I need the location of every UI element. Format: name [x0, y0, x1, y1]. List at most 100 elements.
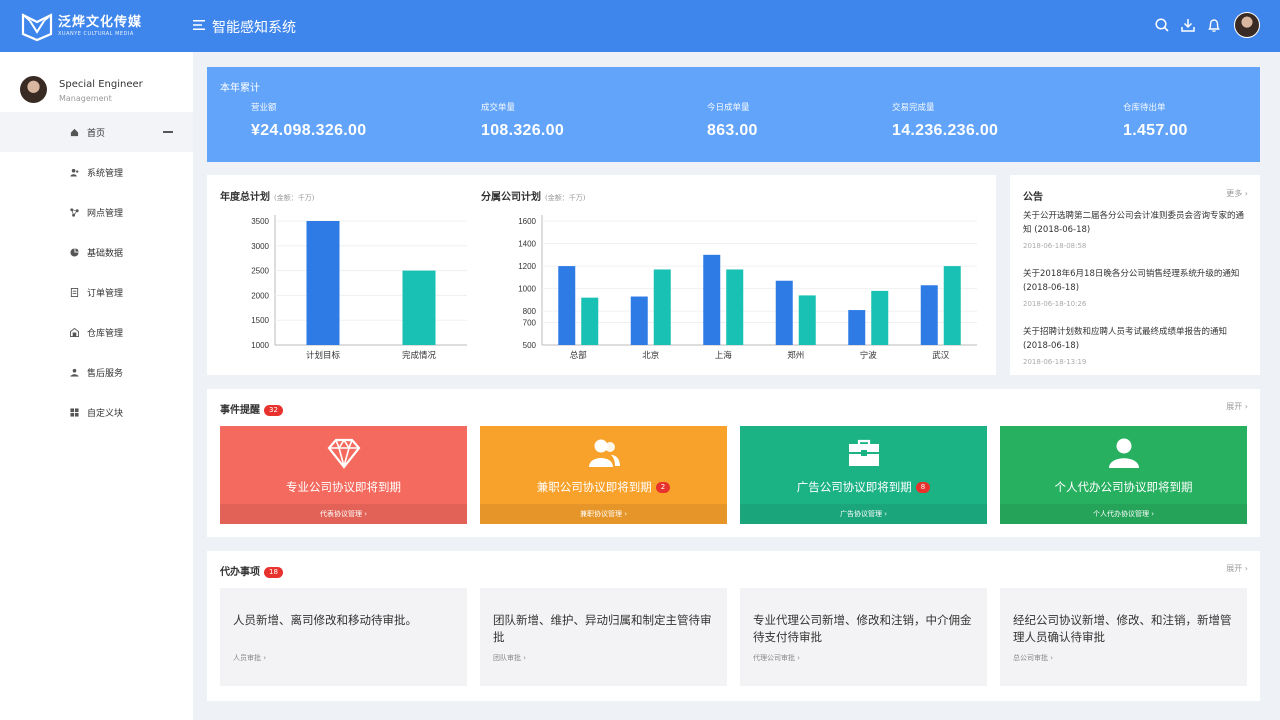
sidebar-item-basedata[interactable]: 基础数据	[0, 232, 193, 272]
stat-value: 108.326.00	[481, 122, 565, 139]
chart-bar	[630, 296, 648, 345]
sidebar-item-orders[interactable]: 订单管理	[0, 272, 193, 312]
events-expand-link[interactable]: 展开 ›	[1226, 401, 1248, 412]
sidebar-item-label: 售后服务	[87, 368, 124, 379]
chart-bar	[653, 269, 671, 345]
bell-icon[interactable]	[1206, 17, 1222, 33]
event-link[interactable]: 广告协议管理 ›	[740, 504, 987, 524]
brand-logo[interactable]: 泛烨文化传媒 XUANYE CULTURAL MEDIA	[20, 10, 142, 42]
event-card-personal[interactable]: 个人代办公司协议即将到期 个人代办协议管理 ›	[1000, 426, 1247, 524]
y-tick-label: 1000	[518, 285, 536, 294]
order-icon	[70, 287, 79, 297]
notice-item: 关于公开选聘第二届各分公司会计准则委员会咨询专家的通知 (2018-06-18)…	[1023, 209, 1246, 250]
stat-revenue: 营业额 ¥24.098.326.00	[251, 101, 366, 140]
annual-chart-title: 年度总计划 (金额：千万)	[220, 192, 315, 203]
todo-card[interactable]: 专业代理公司新增、修改和注销，中介佣金待支付待审批 代理公司审批 ›	[740, 588, 987, 686]
chart-bar	[920, 285, 938, 345]
notice-text[interactable]: 关于招聘计划数和应聘人员考试最终成绩单报告的通知 (2018-06-18)	[1023, 325, 1246, 353]
todo-card[interactable]: 团队新增、维护、异动归属和制定主管待审批 团队审批 ›	[480, 588, 727, 686]
sidebar-item-label: 系统管理	[87, 168, 124, 179]
chart-bar	[798, 295, 816, 345]
chart-bar	[775, 280, 793, 345]
chart-bar	[581, 297, 599, 345]
top-header: 泛烨文化传媒 XUANYE CULTURAL MEDIA 智能感知系统	[0, 0, 1280, 52]
events-panel: 事件提醒 32 展开 › 专业公司协议即将到期 代表协议管理 › 兼职公司协议即将…	[207, 389, 1260, 537]
event-title: 广告公司协议即将到期 8	[740, 479, 987, 495]
grid-icon	[70, 407, 79, 417]
x-tick-label: 北京	[642, 350, 659, 361]
yearly-stats-banner: 本年累计 营业额 ¥24.098.326.00 成交单量 108.326.00 …	[207, 67, 1260, 162]
y-tick-label: 1000	[251, 341, 269, 350]
event-link[interactable]: 兼职协议管理 ›	[480, 504, 727, 524]
stat-value: 14.236.236.00	[892, 122, 999, 139]
logo-mark-icon	[21, 13, 53, 42]
stat-label: 仓库待出单	[1123, 103, 1166, 113]
todo-link[interactable]: 团队审批 ›	[493, 653, 526, 663]
y-tick-label: 700	[523, 318, 537, 327]
branch-chart-title: 分属公司计划 (金额：千万)	[481, 192, 586, 203]
event-link[interactable]: 代表协议管理 ›	[220, 504, 467, 524]
stat-label: 交易完成量	[892, 103, 935, 113]
notice-text[interactable]: 关于2018年6月18日晚各分公司销售经理系统升级的通知 (2018-06-18…	[1023, 267, 1246, 295]
event-badge: 8	[915, 482, 931, 493]
chart-bar	[943, 266, 961, 345]
menu-toggle-icon[interactable]	[193, 18, 207, 32]
notice-item: 关于招聘计划数和应聘人员考试最终成绩单报告的通知 (2018-06-18) 20…	[1023, 325, 1246, 366]
user-avatar[interactable]	[1234, 12, 1260, 38]
stat-deals: 成交单量 108.326.00	[481, 101, 564, 140]
pie-icon	[70, 247, 79, 257]
sidebar-item-warehouse[interactable]: 仓库管理	[0, 312, 193, 352]
service-icon	[70, 368, 79, 377]
sidebar-item-network[interactable]: 网点管理	[0, 192, 193, 232]
todo-link[interactable]: 代理公司审批 ›	[753, 653, 800, 663]
stat-pending-out: 仓库待出单 1.457.00	[1123, 101, 1188, 140]
sidebar-item-label: 自定义块	[87, 408, 124, 419]
notice-more-link[interactable]: 更多 ›	[1226, 188, 1248, 199]
todo-link[interactable]: 人员审批 ›	[233, 653, 266, 663]
events-count-badge: 32	[264, 404, 283, 416]
sidebar-item-home[interactable]: 首页	[0, 112, 193, 152]
stat-today-orders: 今日成单量 863.00	[707, 101, 758, 140]
y-tick-label: 3000	[251, 242, 269, 251]
event-card-professional[interactable]: 专业公司协议即将到期 代表协议管理 ›	[220, 426, 467, 524]
collapse-icon[interactable]	[163, 131, 173, 133]
search-icon[interactable]	[1154, 17, 1170, 33]
event-card-advertising[interactable]: 广告公司协议即将到期 8 广告协议管理 ›	[740, 426, 987, 524]
branch-chart-unit: (金额：千万)	[545, 194, 586, 202]
user-profile[interactable]: Special Engineer Management	[20, 76, 143, 103]
notice-text[interactable]: 关于公开选聘第二届各分公司会计准则委员会咨询专家的通知 (2018-06-18)	[1023, 209, 1246, 237]
sidebar-item-label: 仓库管理	[87, 328, 124, 339]
sidebar-item-label: 网点管理	[87, 208, 124, 219]
stat-label: 今日成单量	[707, 103, 750, 113]
event-card-parttime[interactable]: 兼职公司协议即将到期 2 兼职协议管理 ›	[480, 426, 727, 524]
todo-card[interactable]: 经纪公司协议新增、修改、和注销，新增管理人员确认待审批 总公司审批 ›	[1000, 588, 1247, 686]
download-icon[interactable]	[1180, 17, 1196, 33]
profile-role: Management	[59, 94, 112, 103]
x-tick-label: 宁波	[860, 350, 878, 361]
x-tick-label: 武汉	[932, 350, 950, 361]
briefcase-icon	[849, 439, 879, 466]
users-icon	[70, 168, 79, 177]
chart-bar	[402, 270, 436, 345]
x-tick-label: 总部	[570, 350, 588, 361]
notice-panel: 公告 更多 › 关于公开选聘第二届各分公司会计准则委员会咨询专家的通知 (201…	[1010, 175, 1260, 375]
stat-value: 863.00	[707, 122, 758, 139]
todo-text: 团队新增、维护、异动归属和制定主管待审批	[493, 613, 712, 644]
sidebar-item-label: 首页	[87, 128, 106, 139]
todo-link[interactable]: 总公司审批 ›	[1013, 653, 1053, 663]
app-title: 智能感知系统	[212, 20, 296, 36]
y-tick-label: 800	[523, 307, 537, 316]
event-link[interactable]: 个人代办协议管理 ›	[1000, 504, 1247, 524]
todos-title: 代办事项 18	[220, 563, 283, 578]
diamond-icon	[327, 438, 361, 469]
events-title: 事件提醒 32	[220, 401, 283, 416]
sidebar-item-custom[interactable]: 自定义块	[0, 392, 193, 432]
todos-expand-link[interactable]: 展开 ›	[1226, 563, 1248, 574]
todo-card[interactable]: 人员新增、离司修改和移动待审批。 人员审批 ›	[220, 588, 467, 686]
sidebar-item-service[interactable]: 售后服务	[0, 352, 193, 392]
person-icon	[1109, 438, 1139, 468]
warehouse-icon	[70, 327, 79, 337]
stat-completed: 交易完成量 14.236.236.00	[892, 101, 998, 140]
sidebar-item-system[interactable]: 系统管理	[0, 152, 193, 192]
sidebar-item-label: 订单管理	[87, 288, 124, 299]
